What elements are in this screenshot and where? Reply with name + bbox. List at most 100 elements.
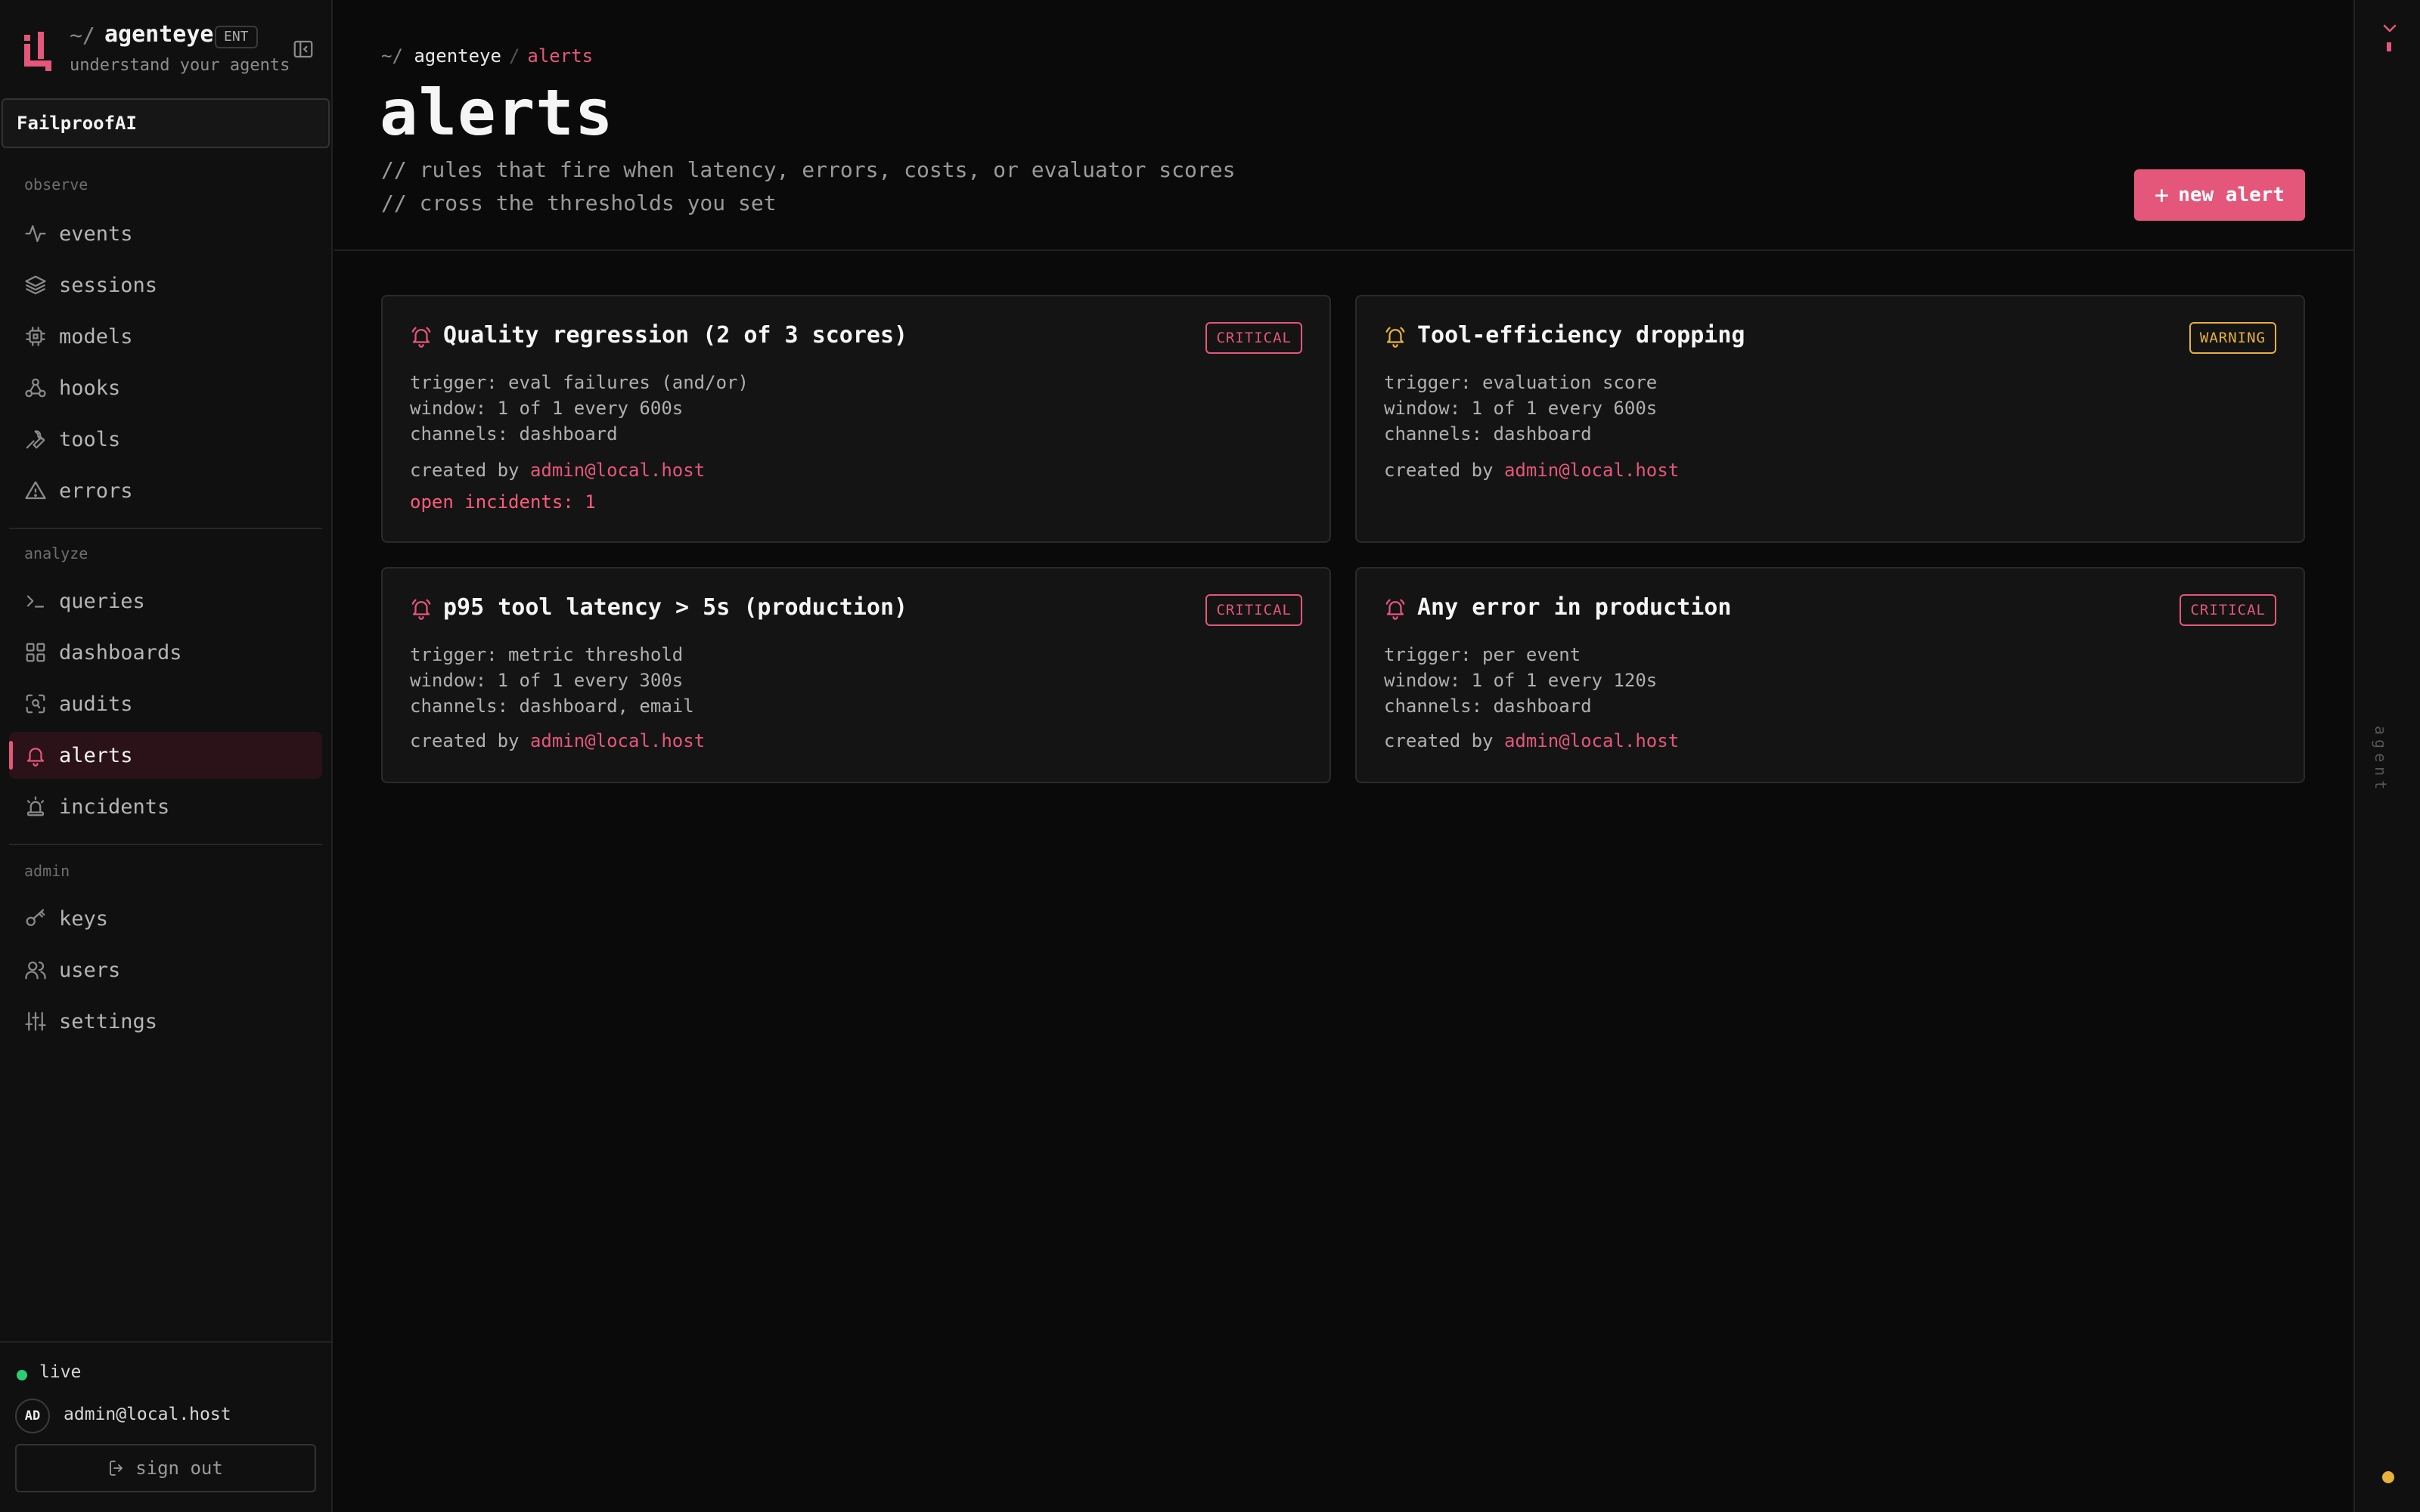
- sidebar-item-errors[interactable]: errors: [9, 467, 322, 514]
- created-by-prefix: created by: [410, 460, 530, 481]
- sliders-icon: [24, 1010, 47, 1033]
- sidebar-item-audits[interactable]: audits: [9, 680, 322, 727]
- sidebar-item-dashboards[interactable]: dashboards: [9, 629, 322, 676]
- sidebar-item-label: queries: [59, 589, 145, 613]
- alert-title: p95 tool latency > 5s (production): [443, 594, 908, 621]
- brand-tagline: understand your agents: [70, 56, 290, 75]
- avatar[interactable]: AD: [15, 1399, 50, 1433]
- created-by-prefix: created by: [1384, 460, 1504, 481]
- brand-name[interactable]: agenteye: [104, 21, 214, 48]
- warning-icon: [24, 479, 47, 502]
- sidebar-item-hooks[interactable]: hooks: [9, 364, 322, 411]
- sidebar-collapse-icon[interactable]: [292, 38, 315, 60]
- brand-header: ~/ agenteye ENT understand your agents: [0, 0, 333, 97]
- sidebar-item-incidents[interactable]: incidents: [9, 783, 322, 830]
- alert-card[interactable]: Any error in production CRITICAL trigger…: [1355, 567, 2305, 783]
- activity-icon: [24, 222, 47, 245]
- breadcrumb-prefix: ~/: [381, 45, 403, 67]
- alert-created-by: created by admin@local.host: [410, 460, 705, 481]
- created-by-prefix: created by: [410, 730, 530, 751]
- main-content: ~/ agenteye / alerts alerts // rules that …: [334, 0, 2353, 1512]
- open-incidents[interactable]: open incidents: 1: [410, 491, 596, 513]
- page-header: ~/ agenteye / alerts alerts // rules that …: [334, 0, 2353, 251]
- sidebar-item-keys[interactable]: keys: [9, 895, 322, 942]
- alert-title: Quality regression (2 of 3 scores): [443, 322, 908, 349]
- sidebar-item-alerts[interactable]: alerts: [9, 732, 322, 779]
- sidebar-item-tools[interactable]: tools: [9, 416, 322, 463]
- sidebar-item-label: alerts: [59, 743, 133, 767]
- sidebar-item-label: models: [59, 324, 133, 349]
- severity-badge: CRITICAL: [1205, 594, 1302, 626]
- chevron-down-icon[interactable]: [2382, 23, 2397, 33]
- sidebar-divider: [9, 528, 322, 529]
- sidebar-divider: [9, 844, 322, 845]
- alert-created-by: created by admin@local.host: [1384, 460, 1679, 481]
- new-alert-button[interactable]: + new alert: [2134, 169, 2305, 221]
- scan-icon: [24, 692, 47, 715]
- rail-indicator: [2387, 42, 2391, 51]
- alert-card[interactable]: Tool-efficiency dropping WARNING trigger…: [1355, 295, 2305, 543]
- alert-title: Any error in production: [1417, 594, 1732, 621]
- alert-card[interactable]: p95 tool latency > 5s (production) CRITI…: [381, 567, 1331, 783]
- page-subtitle-line: // cross the thresholds you set: [381, 191, 777, 215]
- grid-icon: [24, 641, 47, 664]
- logo-icon: [24, 30, 51, 71]
- bell-icon: [24, 744, 47, 767]
- new-alert-label: new alert: [2178, 184, 2285, 206]
- sidebar-item-users[interactable]: users: [9, 947, 322, 993]
- alert-trigger: trigger: evaluation score: [1384, 372, 1658, 393]
- terminal-icon: [24, 590, 47, 612]
- sidebar-item-label: audits: [59, 692, 133, 716]
- bell-icon: [410, 597, 433, 620]
- org-selector[interactable]: FailproofAI: [2, 98, 330, 148]
- siren-icon: [24, 795, 47, 818]
- users-icon: [24, 959, 47, 981]
- alert-trigger: trigger: metric threshold: [410, 644, 684, 665]
- layers-icon: [24, 274, 47, 296]
- user-email: admin@local.host: [64, 1405, 231, 1424]
- created-by-user[interactable]: admin@local.host: [1504, 730, 1679, 751]
- status-dot: [2382, 1471, 2394, 1483]
- sidebar-item-label: events: [59, 222, 133, 246]
- alert-created-by: created by admin@local.host: [410, 730, 705, 751]
- section-analyze: analyze: [24, 544, 88, 562]
- alert-window: window: 1 of 1 every 600s: [1384, 398, 1658, 419]
- edition-badge: ENT: [215, 26, 258, 48]
- bell-icon: [1384, 597, 1407, 620]
- alert-channels: channels: dashboard: [1384, 423, 1592, 445]
- breadcrumb-root[interactable]: agenteye: [414, 45, 501, 67]
- created-by-user[interactable]: admin@local.host: [530, 460, 705, 481]
- cpu-icon: [24, 325, 47, 348]
- sidebar-item-label: tools: [59, 427, 121, 451]
- sidebar-item-models[interactable]: models: [9, 313, 322, 360]
- breadcrumb-separator: /: [508, 45, 520, 67]
- sidebar-item-label: dashboards: [59, 640, 182, 665]
- alert-title: Tool-efficiency dropping: [1417, 322, 1745, 349]
- agent-panel-toggle[interactable]: agent: [2372, 726, 2390, 794]
- created-by-user[interactable]: admin@local.host: [530, 730, 705, 751]
- bell-icon: [1384, 325, 1407, 348]
- sidebar-item-settings[interactable]: settings: [9, 998, 322, 1045]
- page-subtitle-line: // rules that fire when latency, errors,…: [381, 157, 1236, 182]
- sidebar-item-queries[interactable]: queries: [9, 578, 322, 624]
- alert-channels: channels: dashboard: [1384, 696, 1592, 717]
- sidebar-item-events[interactable]: events: [9, 210, 322, 257]
- alert-created-by: created by admin@local.host: [1384, 730, 1679, 751]
- webhook-icon: [24, 376, 47, 399]
- alert-trigger: trigger: per event: [1384, 644, 1581, 665]
- bell-icon: [410, 325, 433, 348]
- agent-rail: agent: [2353, 0, 2420, 1512]
- live-status-dot: [17, 1370, 27, 1380]
- sidebar-item-sessions[interactable]: sessions: [9, 262, 322, 308]
- severity-badge: WARNING: [2189, 322, 2276, 354]
- sidebar-item-label: settings: [59, 1009, 158, 1033]
- breadcrumb: ~/ agenteye / alerts: [381, 45, 593, 67]
- sidebar-item-label: incidents: [59, 795, 170, 819]
- plus-icon: +: [2154, 181, 2170, 209]
- sidebar-footer: live AD admin@local.host sign out: [0, 1341, 333, 1512]
- severity-badge: CRITICAL: [2180, 594, 2276, 626]
- alert-channels: channels: dashboard, email: [410, 696, 694, 717]
- sign-out-button[interactable]: sign out: [15, 1444, 316, 1492]
- created-by-user[interactable]: admin@local.host: [1504, 460, 1679, 481]
- alert-card[interactable]: Quality regression (2 of 3 scores) CRITI…: [381, 295, 1331, 543]
